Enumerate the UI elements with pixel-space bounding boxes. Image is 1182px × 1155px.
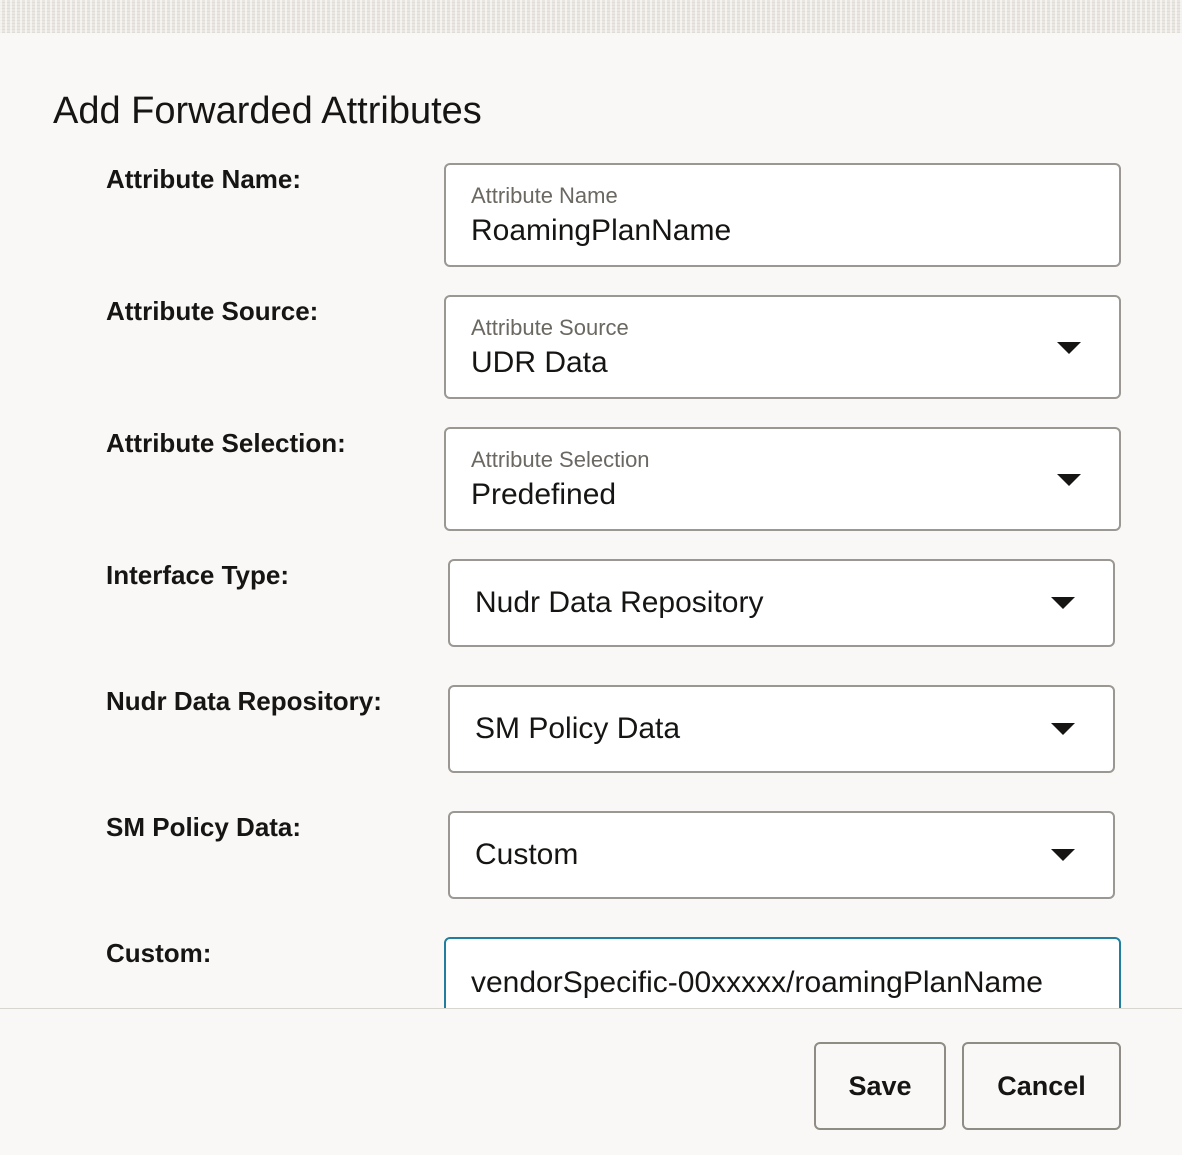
attribute-selection-field-label: Attribute Selection xyxy=(471,447,650,472)
sm-policy-data-value: Custom xyxy=(475,838,579,871)
attribute-name-label: Attribute Name: xyxy=(106,164,302,194)
nudr-data-repository-label: Nudr Data Repository: xyxy=(106,686,382,716)
dialog-footer: Save Cancel xyxy=(0,1008,1182,1155)
add-forwarded-attributes-dialog: Add Forwarded Attributes Attribute Name:… xyxy=(0,33,1182,1155)
attribute-name-field-label: Attribute Name xyxy=(471,183,618,208)
attribute-selection-select[interactable]: Attribute Selection Predefined xyxy=(444,427,1121,531)
chevron-down-icon[interactable] xyxy=(1051,723,1075,735)
dialog-title: Add Forwarded Attributes xyxy=(53,90,482,132)
sm-policy-data-label: SM Policy Data: xyxy=(106,812,302,842)
chevron-down-icon[interactable] xyxy=(1051,849,1075,861)
chevron-down-icon[interactable] xyxy=(1051,597,1075,609)
sm-policy-data-select[interactable]: Custom xyxy=(448,811,1115,899)
custom-value: vendorSpecific-00xxxxx/roamingPlanName xyxy=(471,966,1043,999)
nudr-data-repository-value: SM Policy Data xyxy=(475,712,681,745)
nudr-data-repository-select[interactable]: SM Policy Data xyxy=(448,685,1115,773)
chevron-down-icon[interactable] xyxy=(1057,342,1081,354)
attribute-name-input[interactable]: Attribute Name RoamingPlanName xyxy=(444,163,1121,267)
background-texture xyxy=(0,0,1182,33)
attribute-source-field-label: Attribute Source xyxy=(471,315,629,340)
attribute-source-value: UDR Data xyxy=(471,346,608,379)
cancel-button[interactable]: Cancel xyxy=(962,1042,1121,1130)
custom-input[interactable]: vendorSpecific-00xxxxx/roamingPlanName xyxy=(444,937,1121,1008)
attribute-source-select[interactable]: Attribute Source UDR Data xyxy=(444,295,1121,399)
interface-type-label: Interface Type: xyxy=(106,560,290,590)
attribute-selection-value: Predefined xyxy=(471,478,617,511)
interface-type-select[interactable]: Nudr Data Repository xyxy=(448,559,1115,647)
custom-label: Custom: xyxy=(106,938,212,968)
attribute-name-value: RoamingPlanName xyxy=(471,214,732,247)
dialog-body: Add Forwarded Attributes Attribute Name:… xyxy=(0,33,1182,1008)
save-button[interactable]: Save xyxy=(814,1042,946,1130)
attribute-selection-label: Attribute Selection: xyxy=(106,428,346,458)
attribute-source-label: Attribute Source: xyxy=(106,296,319,326)
chevron-down-icon[interactable] xyxy=(1057,474,1081,486)
interface-type-value: Nudr Data Repository xyxy=(475,586,764,619)
